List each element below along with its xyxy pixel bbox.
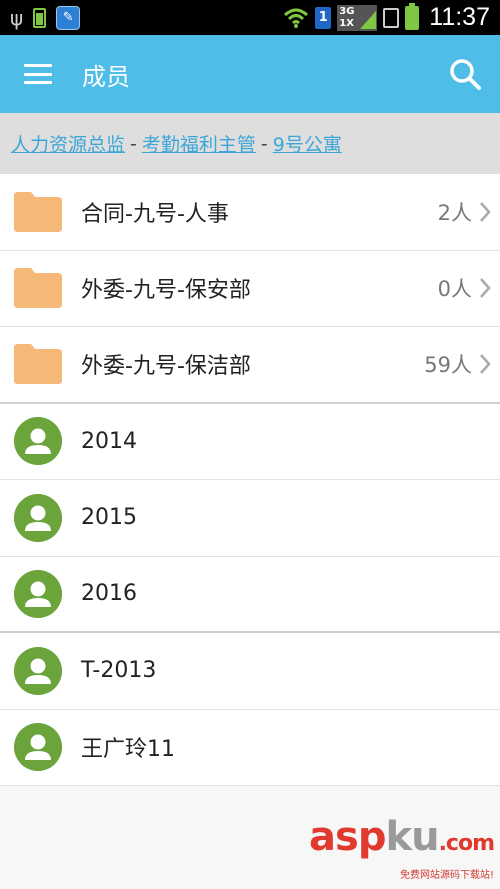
watermark-logo: aspku.com bbox=[309, 814, 495, 860]
breadcrumb-item-attendance-supervisor[interactable]: 考勤福利主管 bbox=[142, 130, 256, 157]
member-name: 王广玲11 bbox=[81, 737, 175, 763]
site-watermark: aspku.com 免费网站源码下载站! bbox=[309, 814, 495, 881]
battery-small-icon bbox=[33, 7, 47, 28]
member-row[interactable]: 2014 bbox=[0, 403, 500, 480]
folder-name: 外委-九号-保洁部 bbox=[81, 354, 251, 380]
breadcrumb-separator: - bbox=[260, 132, 268, 155]
user-avatar-icon bbox=[14, 493, 62, 542]
chevron-right-icon bbox=[480, 278, 491, 299]
member-name: 2015 bbox=[81, 505, 137, 531]
folder-icon bbox=[14, 268, 62, 309]
user-avatar-icon bbox=[14, 569, 62, 618]
status-right: 1 3G 1X 11:37 bbox=[283, 2, 490, 32]
app-bar: 成员 bbox=[0, 35, 500, 113]
wifi-icon bbox=[284, 8, 309, 28]
chevron-right-icon bbox=[480, 201, 491, 222]
menu-icon[interactable] bbox=[24, 64, 52, 84]
user-avatar-icon bbox=[14, 646, 62, 695]
sim-slot-icon: 1 bbox=[315, 6, 332, 29]
folder-name: 外委-九号-保安部 bbox=[81, 278, 251, 304]
user-avatar-icon bbox=[14, 723, 62, 772]
member-row[interactable]: 王广玲11 bbox=[0, 709, 500, 786]
folder-row[interactable]: 外委-九号-保洁部 59人 bbox=[0, 327, 500, 404]
status-clock: 11:37 bbox=[429, 3, 490, 31]
breadcrumb-item-apartment-9[interactable]: 9号公寓 bbox=[273, 130, 342, 157]
folder-icon bbox=[14, 344, 62, 385]
member-row[interactable]: 2016 bbox=[0, 556, 500, 633]
folder-row[interactable]: 外委-九号-保安部 0人 bbox=[0, 250, 500, 327]
folder-icon bbox=[14, 191, 62, 232]
chevron-right-icon bbox=[480, 354, 491, 375]
member-name: T-2013 bbox=[81, 658, 157, 684]
member-name: 2014 bbox=[81, 428, 137, 454]
folder-name: 合同-九号-人事 bbox=[81, 201, 229, 227]
member-row[interactable]: 2015 bbox=[0, 480, 500, 557]
usb-icon: ψ bbox=[10, 5, 24, 30]
breadcrumb-separator: - bbox=[130, 132, 137, 155]
folder-member-count: 0人 bbox=[437, 277, 472, 302]
app-notification-icon: ✎ bbox=[56, 5, 81, 30]
user-avatar-icon bbox=[14, 417, 62, 466]
status-bar: ψ ✎ 1 3G 1X 11:37 bbox=[0, 0, 500, 35]
breadcrumb: 人力资源总监 - 考勤福利主管 - 9号公寓 bbox=[0, 113, 500, 174]
watermark-subtitle: 免费网站源码下载站! bbox=[399, 870, 494, 881]
breadcrumb-item-hr-director[interactable]: 人力资源总监 bbox=[11, 130, 125, 157]
mobile-network-icon: 3G 1X bbox=[337, 4, 378, 31]
status-left: ψ ✎ bbox=[10, 5, 81, 30]
folder-row[interactable]: 合同-九号-人事 2人 bbox=[0, 174, 500, 251]
sim-card-icon bbox=[383, 7, 400, 28]
folder-member-count: 59人 bbox=[424, 353, 472, 378]
member-list: 合同-九号-人事 2人 外委-九号-保安部 0人 外委-九号-保洁部 59人 2… bbox=[0, 174, 500, 786]
search-icon[interactable] bbox=[448, 57, 482, 91]
battery-icon bbox=[405, 2, 420, 30]
member-name: 2016 bbox=[81, 581, 137, 607]
member-row[interactable]: T-2013 bbox=[0, 633, 500, 710]
page-title: 成员 bbox=[82, 62, 130, 91]
folder-member-count: 2人 bbox=[437, 200, 472, 225]
